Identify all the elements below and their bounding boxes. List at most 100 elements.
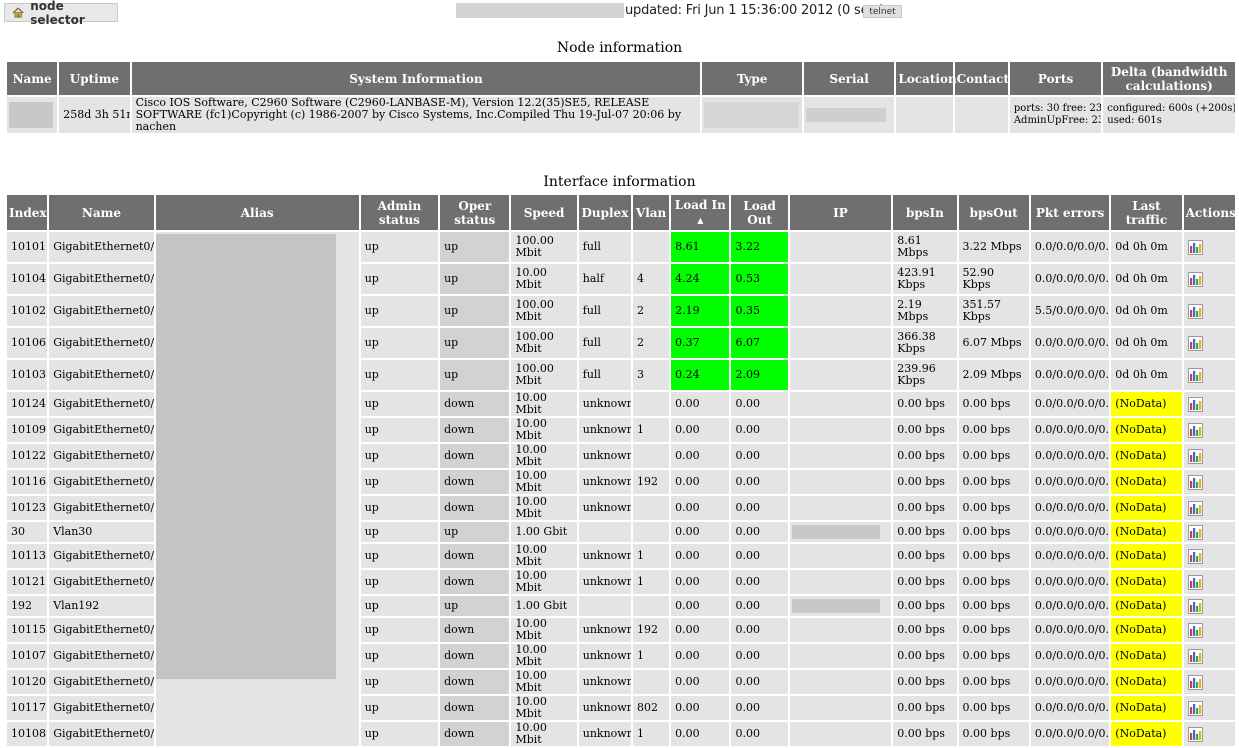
bar-chart-icon[interactable] (1187, 524, 1203, 540)
interface-index: 10115 (7, 618, 48, 642)
ip-redacted (791, 599, 880, 613)
col-index[interactable]: Index (7, 195, 48, 230)
bar-chart-icon[interactable] (1187, 726, 1203, 742)
interface-last-traffic: 0d 0h 0m (1111, 264, 1182, 294)
bar-chart-icon[interactable] (1187, 622, 1203, 638)
node-selector-button[interactable]: node selector (4, 0, 118, 27)
col-load-out[interactable]: Load Out (731, 195, 788, 230)
interface-name-link[interactable]: GigabitEthernet0/9 (49, 418, 154, 442)
interface-bps-out: 351.57 Kbps (958, 296, 1029, 326)
interface-load-in: 4.24 (671, 264, 730, 294)
col-ip[interactable]: IP (789, 195, 892, 230)
interface-admin-status: up (360, 232, 439, 262)
interface-row[interactable]: 10101 GigabitEthernet0/1 up up 100.00 Mbit fu… (7, 232, 1235, 746)
bar-chart-icon[interactable] (1187, 474, 1203, 490)
interface-last-traffic: (NoData) (1111, 618, 1182, 642)
interface-name-link[interactable]: GigabitEthernet0/24 (49, 392, 154, 416)
bar-chart-icon[interactable] (1187, 367, 1203, 383)
interface-load-in: 0.00 (671, 444, 730, 468)
sort-asc-icon: ▲ (697, 215, 704, 225)
bar-chart-icon[interactable] (1187, 239, 1203, 255)
interface-last-traffic: (NoData) (1111, 670, 1182, 694)
interface-name-link[interactable]: Vlan30 (49, 522, 154, 542)
interface-ip (789, 644, 892, 668)
interface-duplex: unknown (578, 470, 631, 494)
col-oper-status[interactable]: Oper status (440, 195, 510, 230)
interface-admin-status: up (360, 696, 439, 720)
interface-name-link[interactable]: GigabitEthernet0/16 (49, 470, 154, 494)
interface-admin-status: up (360, 722, 439, 746)
interface-load-out: 0.53 (731, 264, 788, 294)
interface-oper-status: up (440, 522, 510, 542)
interface-actions (1183, 496, 1235, 520)
col-alias[interactable]: Alias (155, 195, 359, 230)
bar-chart-icon[interactable] (1187, 674, 1203, 690)
interface-load-in: 0.00 (671, 618, 730, 642)
interface-ip (789, 722, 892, 746)
interface-name-link[interactable]: GigabitEthernet0/6 (49, 328, 154, 358)
bar-chart-icon[interactable] (1187, 500, 1203, 516)
interface-name-link[interactable]: GigabitEthernet0/8 (49, 722, 154, 746)
col-vlan[interactable]: Vlan (633, 195, 670, 230)
interface-speed: 10.00 Mbit (511, 670, 577, 694)
bar-chart-icon[interactable] (1187, 700, 1203, 716)
col-name[interactable]: Name (49, 195, 154, 230)
bar-chart-icon[interactable] (1187, 574, 1203, 590)
interface-bps-in: 8.61 Mbps (893, 232, 957, 262)
interface-name-link[interactable]: GigabitEthernet0/3 (49, 360, 154, 390)
interface-ip (789, 496, 892, 520)
interface-bps-out: 0.00 bps (958, 444, 1029, 468)
bar-chart-icon[interactable] (1187, 271, 1203, 287)
interface-index: 10123 (7, 496, 48, 520)
col-duplex[interactable]: Duplex (578, 195, 631, 230)
telnet-button[interactable]: telnet (863, 5, 902, 18)
bar-chart-icon[interactable] (1187, 598, 1203, 614)
interface-name-link[interactable]: GigabitEthernet0/2 (49, 296, 154, 326)
interface-name-link[interactable]: GigabitEthernet0/22 (49, 444, 154, 468)
interface-info-table: Index Name Alias Admin status Oper statu… (5, 193, 1237, 748)
interface-index: 10124 (7, 392, 48, 416)
bar-chart-icon[interactable] (1187, 422, 1203, 438)
node-serial-cell (803, 97, 895, 133)
interface-load-out: 0.00 (731, 618, 788, 642)
interface-bps-out: 0.00 bps (958, 644, 1029, 668)
interface-name-link[interactable]: GigabitEthernet0/17 (49, 696, 154, 720)
interface-pkt-errors: 0.0/0.0/0.0/0.0 (1030, 360, 1110, 390)
interface-name-link[interactable]: GigabitEthernet0/15 (49, 618, 154, 642)
interface-name-link[interactable]: GigabitEthernet0/1 (49, 232, 154, 262)
interface-bps-in: 0.00 bps (893, 644, 957, 668)
col-bps-out[interactable]: bpsOut (958, 195, 1029, 230)
interface-bps-in: 0.00 bps (893, 596, 957, 616)
bar-chart-icon[interactable] (1187, 548, 1203, 564)
interface-ip (789, 328, 892, 358)
bar-chart-icon[interactable] (1187, 303, 1203, 319)
bar-chart-icon[interactable] (1187, 448, 1203, 464)
interface-name-link[interactable]: GigabitEthernet0/21 (49, 570, 154, 594)
interface-pkt-errors: 5.5/0.0/0.0/0.0 (1030, 296, 1110, 326)
interface-actions (1183, 722, 1235, 746)
interface-pkt-errors: 0.0/0.0/0.0/0.0 (1030, 570, 1110, 594)
interface-name-link[interactable]: GigabitEthernet0/23 (49, 496, 154, 520)
interface-vlan (633, 496, 670, 520)
bar-chart-icon[interactable] (1187, 648, 1203, 664)
col-pkt-errors[interactable]: Pkt errors (1030, 195, 1110, 230)
interface-actions (1183, 522, 1235, 542)
col-load-in[interactable]: Load In ▲ (671, 195, 730, 230)
interface-admin-status: up (360, 470, 439, 494)
col-last-traffic[interactable]: Last traffic (1111, 195, 1182, 230)
interface-name-link[interactable]: GigabitEthernet0/20 (49, 670, 154, 694)
interface-oper-status: up (440, 264, 510, 294)
updated-status: updated: Fri Jun 1 15:36:00 2012 (0 sec.… (625, 3, 885, 18)
interface-name-link[interactable]: GigabitEthernet0/7 (49, 644, 154, 668)
interface-actions (1183, 392, 1235, 416)
interface-name-link[interactable]: Vlan192 (49, 596, 154, 616)
col-speed[interactable]: Speed (511, 195, 577, 230)
interface-name-link[interactable]: GigabitEthernet0/4 (49, 264, 154, 294)
interface-ip (789, 418, 892, 442)
col-admin-status[interactable]: Admin status (360, 195, 439, 230)
col-bps-in[interactable]: bpsIn (893, 195, 957, 230)
hostname-redacted (456, 3, 624, 18)
bar-chart-icon[interactable] (1187, 396, 1203, 412)
bar-chart-icon[interactable] (1187, 335, 1203, 351)
interface-name-link[interactable]: GigabitEthernet0/13 (49, 544, 154, 568)
